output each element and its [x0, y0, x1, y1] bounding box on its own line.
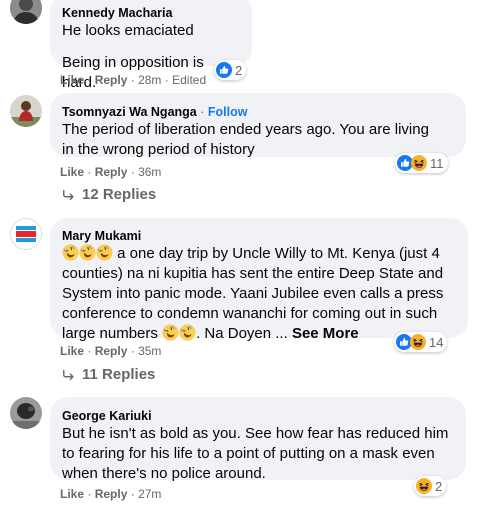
reply-arrow-icon	[62, 368, 76, 382]
rofl-emoji-icon	[179, 324, 196, 341]
comment-bubble: Tsomnyazi Wa Nganga · Follow The period …	[50, 93, 466, 158]
reply-link[interactable]: Reply	[95, 487, 128, 501]
comment-text: But he isn't as bold as you. See how fea…	[62, 425, 449, 442]
reaction-count: 2	[435, 478, 443, 494]
haha-icon	[410, 334, 426, 350]
comment-text-line: a one day trip by Uncle Willy to Mt. Ken…	[117, 245, 440, 262]
comment-text: when there's no police around.	[62, 465, 266, 482]
comment-text: a one day trip by Uncle Willy to Mt. Ken…	[62, 244, 456, 264]
comment-author[interactable]: Kennedy Macharia	[62, 5, 240, 21]
comment-text: He looks emaciated	[62, 22, 194, 39]
timestamp[interactable]: 35m	[138, 344, 161, 358]
comment-actions: Like · Reply · 36m	[60, 165, 162, 179]
like-link[interactable]: Like	[60, 73, 84, 87]
comment-text: in the wrong period of history	[62, 141, 255, 158]
reply-arrow-icon	[62, 188, 76, 202]
comment-actions: Like · Reply · 35m	[60, 344, 162, 358]
rofl-emoji-icon	[62, 244, 79, 261]
reaction-summary[interactable]: 11	[395, 153, 448, 173]
avatar[interactable]	[10, 218, 42, 250]
view-replies-button[interactable]: 11 Replies	[62, 366, 155, 383]
follow-button[interactable]: Follow	[208, 105, 248, 119]
avatar[interactable]	[10, 95, 42, 127]
like-link[interactable]: Like	[60, 344, 84, 358]
reaction-count: 2	[235, 62, 243, 78]
timestamp[interactable]: 28m	[138, 73, 161, 87]
comment-text-line: . Na Doyen ...	[196, 325, 288, 342]
reaction-count: 11	[430, 155, 444, 171]
comment-actions: Like · Reply · 28m · Edited	[60, 73, 207, 87]
comment-text: to fearing for his life to a point of pu…	[62, 445, 435, 462]
rofl-emoji-icon	[162, 324, 179, 341]
haha-icon	[411, 155, 427, 171]
comment-author-row: Tsomnyazi Wa Nganga · Follow	[62, 105, 248, 119]
edited-label: Edited	[172, 73, 207, 87]
see-more-link[interactable]: See More	[292, 325, 359, 342]
rofl-emoji-icon	[96, 244, 113, 261]
rofl-emoji-icon	[79, 244, 96, 261]
timestamp[interactable]: 36m	[138, 165, 161, 179]
like-link[interactable]: Like	[60, 487, 84, 501]
comment-text-line: conference to condemn wananchi for comin…	[62, 305, 438, 322]
reaction-summary[interactable]: 2	[414, 476, 447, 496]
reaction-summary[interactable]: 2	[214, 60, 247, 80]
replies-count: 11 Replies	[82, 366, 156, 383]
comment-author[interactable]: George Kariuki	[62, 408, 454, 424]
view-replies-button[interactable]: 12 Replies	[62, 186, 156, 203]
reaction-count: 14	[429, 334, 444, 350]
like-icon	[216, 62, 232, 78]
comment-text-line: System into panic mode. Yaani Jubilee ev…	[62, 285, 444, 302]
comment-bubble: George Kariuki But he isn't as bold as y…	[50, 397, 466, 482]
comment-text-line: counties) na ni kupitia has sent the ent…	[62, 265, 444, 282]
timestamp[interactable]: 27m	[138, 487, 161, 501]
reply-link[interactable]: Reply	[95, 73, 128, 87]
comment-author[interactable]: Mary Mukami	[62, 228, 456, 244]
avatar[interactable]	[10, 0, 42, 24]
comment-bubble: Mary Mukami a one day trip by Uncle Will…	[50, 218, 468, 342]
reply-link[interactable]: Reply	[95, 165, 128, 179]
comment-actions: Like · Reply · 27m	[60, 487, 162, 501]
like-link[interactable]: Like	[60, 165, 84, 179]
reaction-summary[interactable]: 14	[394, 332, 448, 352]
reply-link[interactable]: Reply	[95, 344, 128, 358]
comment-text: The period of liberation ended years ago…	[62, 121, 429, 138]
comment-text-line: large numbers	[62, 325, 158, 342]
comment-author[interactable]: Tsomnyazi Wa Nganga	[62, 105, 197, 119]
avatar[interactable]	[10, 397, 42, 429]
haha-icon	[416, 478, 432, 494]
replies-count: 12 Replies	[82, 186, 157, 203]
comment-bubble: Kennedy Macharia He looks emaciated Bein…	[50, 0, 252, 91]
